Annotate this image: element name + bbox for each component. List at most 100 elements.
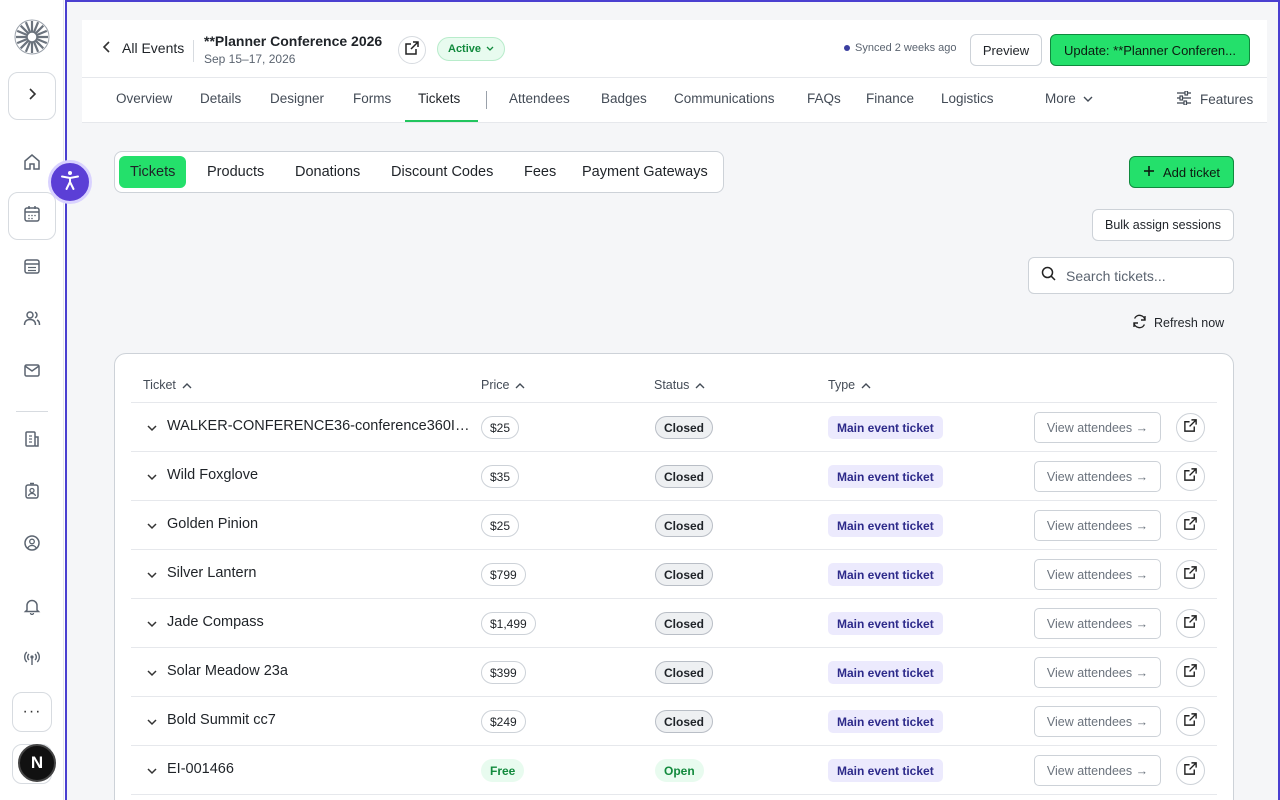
subtab-discount-codes[interactable]: Discount Codes	[380, 156, 504, 188]
tab-faqs[interactable]: FAQs	[807, 91, 841, 106]
nav-mail[interactable]	[20, 360, 44, 384]
active-tab-indicator	[405, 120, 478, 122]
add-ticket-button[interactable]: Add ticket	[1129, 156, 1234, 188]
subtab-payment-gateways[interactable]: Payment Gateways	[571, 156, 719, 188]
tab-attendees[interactable]: Attendees	[509, 91, 570, 106]
table-row[interactable]: WALKER-CONFERENCE36-conference360Item $2…	[131, 403, 1217, 452]
ticket-name: EI-001466	[167, 761, 234, 777]
column-header-status[interactable]: Status	[654, 378, 705, 392]
view-attendees-button[interactable]: View attendees →	[1034, 510, 1161, 541]
view-attendees-button[interactable]: View attendees →	[1034, 608, 1161, 639]
expand-row-chevron-icon[interactable]	[145, 617, 159, 631]
nav-badges[interactable]	[20, 481, 44, 505]
avatar[interactable]: N	[18, 744, 56, 782]
expand-row-chevron-icon[interactable]	[145, 470, 159, 484]
nav-events[interactable]	[8, 192, 56, 240]
type-badge: Main event ticket	[828, 759, 943, 782]
expand-row-chevron-icon[interactable]	[145, 666, 159, 680]
nav-organizations[interactable]	[20, 429, 44, 453]
table-row[interactable]: Jade Compass $1,499 Closed Main event ti…	[131, 599, 1217, 648]
expand-sidebar-button[interactable]	[8, 72, 56, 120]
tab-overview[interactable]: Overview	[116, 91, 172, 106]
tab-details[interactable]: Details	[200, 91, 241, 106]
table-row[interactable]: EI-001466 Free Open Main event ticket Vi…	[131, 746, 1217, 795]
column-header-ticket[interactable]: Ticket	[143, 378, 192, 392]
bulk-assign-sessions-button[interactable]: Bulk assign sessions	[1092, 209, 1234, 241]
open-ticket-button[interactable]	[1176, 609, 1205, 638]
type-badge: Main event ticket	[828, 612, 943, 635]
tab-more-dropdown[interactable]: More	[1045, 91, 1093, 106]
view-attendees-button[interactable]: View attendees →	[1034, 559, 1161, 590]
nav-schedule[interactable]	[20, 256, 44, 280]
type-badge: Main event ticket	[828, 416, 943, 439]
expand-row-chevron-icon[interactable]	[145, 568, 159, 582]
accessibility-icon	[59, 169, 81, 196]
status-badge: Closed	[655, 563, 714, 586]
sort-asc-icon	[861, 378, 871, 392]
nav-home[interactable]	[20, 152, 44, 176]
update-event-button[interactable]: Update: **Planner Conferen...	[1050, 34, 1250, 66]
subtab-products[interactable]: Products	[196, 156, 275, 188]
accessibility-button[interactable]	[48, 160, 92, 204]
view-attendees-button[interactable]: View attendees →	[1034, 657, 1161, 688]
view-attendees-button[interactable]: View attendees →	[1034, 412, 1161, 443]
open-ticket-button[interactable]	[1176, 756, 1205, 785]
status-badge: Closed	[655, 514, 714, 537]
refresh-now-button[interactable]: Refresh now	[1132, 314, 1224, 332]
type-badge: Main event ticket	[828, 514, 943, 537]
external-link-icon	[1183, 418, 1198, 438]
table-row[interactable]: Bold Summit cc7 $249 Closed Main event t…	[131, 697, 1217, 746]
open-ticket-button[interactable]	[1176, 511, 1205, 540]
tab-logistics[interactable]: Logistics	[941, 91, 994, 106]
table-row[interactable]: Golden Pinion $25 Closed Main event tick…	[131, 501, 1217, 550]
main-content: All Events **Planner Conference 2026 Sep…	[65, 0, 1280, 800]
ticket-name: WALKER-CONFERENCE36-conference360Item	[167, 418, 471, 434]
open-ticket-button[interactable]	[1176, 413, 1205, 442]
tab-finance[interactable]: Finance	[866, 91, 914, 106]
tab-tickets[interactable]: Tickets	[418, 91, 460, 106]
nav-broadcast[interactable]	[20, 648, 44, 672]
calendar-list-icon	[23, 257, 41, 280]
nav-people[interactable]	[20, 308, 44, 332]
subtab-fees[interactable]: Fees	[513, 156, 567, 188]
search-icon	[1041, 266, 1056, 286]
back-to-all-events-link[interactable]: All Events	[102, 40, 184, 56]
view-attendees-button[interactable]: View attendees →	[1034, 755, 1161, 786]
expand-row-chevron-icon[interactable]	[145, 715, 159, 729]
more-apps-button[interactable]: ···	[12, 692, 52, 732]
external-link-icon	[404, 40, 420, 61]
table-row[interactable]: Silver Lantern $799 Closed Main event ti…	[131, 550, 1217, 599]
nav-notifications[interactable]	[20, 596, 44, 620]
open-ticket-button[interactable]	[1176, 658, 1205, 687]
subtab-donations[interactable]: Donations	[284, 156, 371, 188]
subtab-tickets[interactable]: Tickets	[119, 156, 187, 188]
open-ticket-button[interactable]	[1176, 707, 1205, 736]
column-label: Ticket	[143, 378, 176, 392]
tab-communications[interactable]: Communications	[674, 91, 775, 106]
event-dates: Sep 15–17, 2026	[204, 52, 296, 66]
features-button[interactable]: Features	[1176, 90, 1253, 108]
view-attendees-button[interactable]: View attendees →	[1034, 706, 1161, 737]
status-badge: Closed	[655, 416, 714, 439]
view-attendees-button[interactable]: View attendees →	[1034, 461, 1161, 492]
nav-profile[interactable]	[20, 533, 44, 557]
app-logo-icon[interactable]	[14, 19, 50, 55]
column-header-price[interactable]: Price	[481, 378, 525, 392]
expand-row-chevron-icon[interactable]	[145, 421, 159, 435]
event-status-dropdown[interactable]: Active	[437, 37, 506, 61]
open-ticket-button[interactable]	[1176, 462, 1205, 491]
preview-button[interactable]: Preview	[970, 34, 1042, 66]
open-event-site-button[interactable]	[398, 36, 426, 64]
table-row[interactable]: Wild Foxglove $35 Closed Main event tick…	[131, 452, 1217, 501]
table-row[interactable]: Solar Meadow 23a $399 Closed Main event …	[131, 648, 1217, 697]
open-ticket-button[interactable]	[1176, 560, 1205, 589]
tab-designer[interactable]: Designer	[270, 91, 324, 106]
column-header-type[interactable]: Type	[828, 378, 871, 392]
expand-row-chevron-icon[interactable]	[145, 519, 159, 533]
ticket-name: Wild Foxglove	[167, 467, 259, 483]
expand-row-chevron-icon[interactable]	[145, 764, 159, 778]
tab-separator	[486, 91, 487, 109]
tab-forms[interactable]: Forms	[353, 91, 391, 106]
search-input[interactable]	[1066, 267, 1206, 284]
tab-badges[interactable]: Badges	[601, 91, 647, 106]
